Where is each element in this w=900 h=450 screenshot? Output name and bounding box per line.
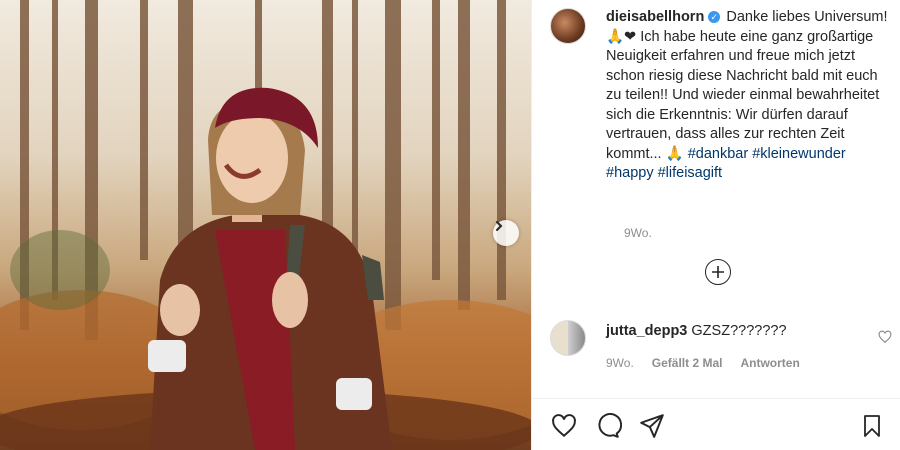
author-avatar[interactable] bbox=[550, 8, 586, 44]
comment-like-button[interactable] bbox=[878, 330, 892, 349]
verified-badge-icon: ✓ bbox=[708, 11, 721, 23]
comment-timestamp: 9Wo. bbox=[606, 356, 634, 370]
comment-button[interactable] bbox=[594, 413, 623, 444]
post-photo bbox=[0, 0, 531, 450]
paper-plane-icon bbox=[640, 414, 664, 438]
plus-circle-icon bbox=[712, 266, 724, 278]
post-side-panel: dieisabellhorn ✓ Danke liebes Universum! … bbox=[531, 0, 900, 450]
share-button[interactable] bbox=[638, 413, 666, 444]
caption-body: Danke liebes Universum! 🙏❤ Ich habe heut… bbox=[606, 9, 888, 162]
heart-icon bbox=[552, 414, 576, 438]
heart-icon bbox=[878, 330, 892, 344]
post-timestamp: 9Wo. bbox=[624, 226, 652, 240]
post-actions-bar bbox=[532, 398, 900, 450]
forest-photo bbox=[0, 0, 531, 450]
hashtag-link[interactable]: #happy bbox=[606, 165, 654, 181]
comment-meta: 9Wo. Gefällt 2 Mal Antworten bbox=[606, 356, 800, 370]
comment-icon bbox=[598, 413, 623, 438]
caption-text: dieisabellhorn ✓ Danke liebes Universum! … bbox=[606, 8, 896, 184]
commenter-username[interactable]: jutta_depp3 bbox=[606, 323, 687, 339]
commenter-avatar[interactable] bbox=[550, 320, 586, 356]
hashtag-link[interactable]: #kleinewunder bbox=[752, 146, 846, 162]
save-button[interactable] bbox=[860, 413, 884, 444]
instagram-post-view: dieisabellhorn ✓ Danke liebes Universum! … bbox=[0, 0, 900, 450]
bookmark-icon bbox=[864, 415, 880, 437]
chevron-right-icon bbox=[496, 221, 503, 231]
comment-content: jutta_depp3 GZSZ??????? bbox=[606, 323, 787, 339]
hashtag-link[interactable]: #lifeisagift bbox=[658, 165, 722, 181]
comment-text: GZSZ??????? bbox=[691, 323, 787, 339]
hashtag-link[interactable]: #dankbar bbox=[688, 146, 748, 162]
load-more-comments-button[interactable] bbox=[705, 259, 731, 285]
reply-button[interactable]: Antworten bbox=[740, 356, 799, 370]
author-username[interactable]: dieisabellhorn bbox=[606, 9, 704, 25]
like-button[interactable] bbox=[550, 413, 578, 444]
next-photo-button[interactable] bbox=[493, 220, 519, 246]
comment-likes-link[interactable]: Gefällt 2 Mal bbox=[652, 356, 723, 370]
